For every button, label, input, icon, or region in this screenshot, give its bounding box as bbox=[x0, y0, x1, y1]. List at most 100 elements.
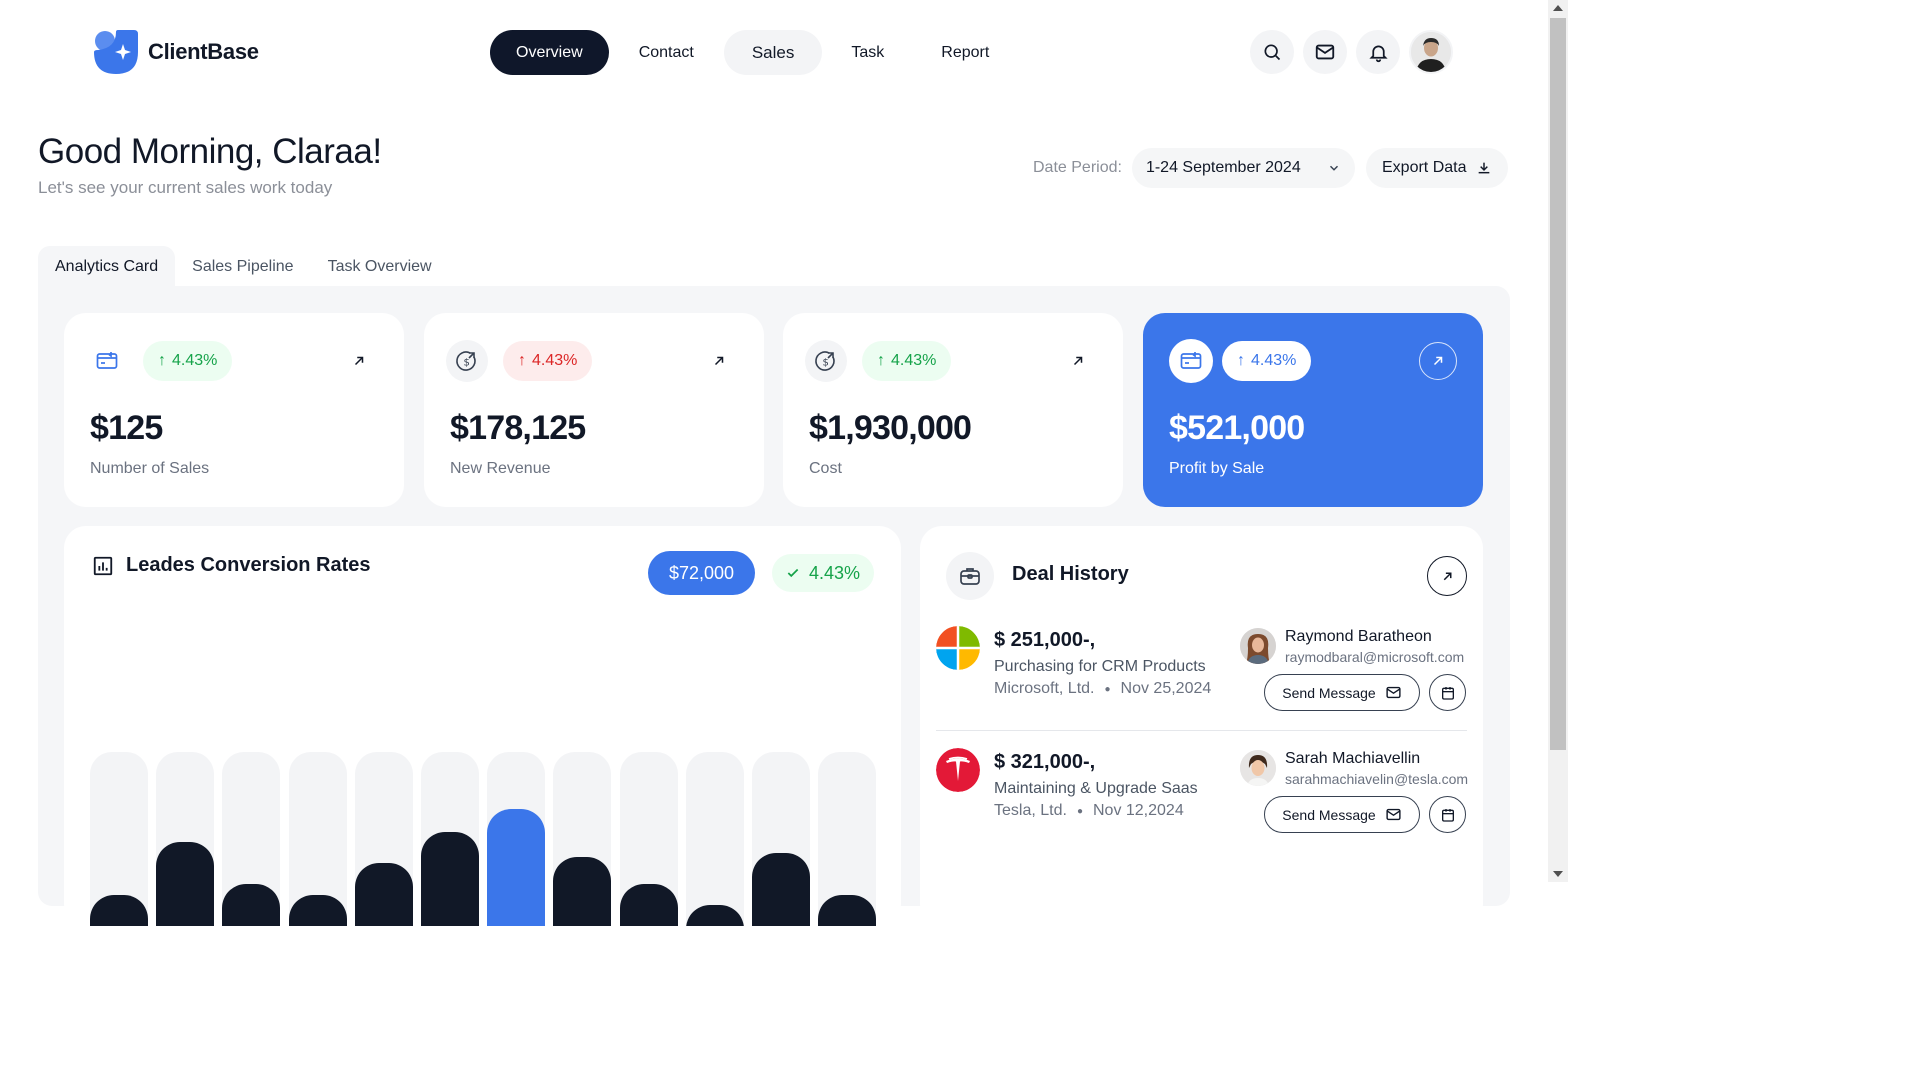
chart-bar[interactable] bbox=[288, 894, 347, 926]
change-badge: ↑ 4.43% bbox=[1222, 341, 1312, 381]
send-message-button[interactable]: Send Message bbox=[1264, 796, 1420, 833]
chevron-down-icon bbox=[1329, 165, 1338, 171]
stat-card-new-revenue[interactable]: $ ↑ 4.43% $178,125 New Revenue bbox=[424, 313, 764, 507]
contact-avatar bbox=[1240, 628, 1276, 664]
chart-bar[interactable] bbox=[222, 884, 281, 926]
chart-bar[interactable] bbox=[354, 863, 413, 926]
stat-value: $178,125 bbox=[450, 409, 586, 447]
check-icon bbox=[787, 568, 799, 578]
deal-amount: $ 251,000-, bbox=[994, 629, 1096, 651]
deal-company: Microsoft, Ltd. bbox=[994, 680, 1095, 697]
stat-value: $521,000 bbox=[1169, 409, 1305, 447]
deal-date: Nov 12,2024 bbox=[1092, 802, 1184, 819]
nav-sales[interactable]: Sales bbox=[723, 30, 823, 75]
leads-change-value: 4.43% bbox=[809, 562, 861, 583]
dot-separator: ● bbox=[1076, 805, 1083, 817]
chart-bar[interactable] bbox=[421, 832, 479, 926]
search-button[interactable] bbox=[1250, 30, 1294, 74]
contact-email: raymodbaral@microsoft.com bbox=[1285, 649, 1465, 665]
arrow-up-right-icon bbox=[714, 356, 724, 366]
chart-bar[interactable] bbox=[553, 857, 612, 926]
arrow-up-icon: ↑ bbox=[877, 352, 885, 369]
change-value: 4.43% bbox=[532, 352, 578, 369]
chart-bar[interactable] bbox=[156, 842, 215, 926]
date-period-select[interactable]: 1-24 September 2024 bbox=[1131, 148, 1355, 188]
export-data-button[interactable]: Export Data bbox=[1366, 148, 1509, 188]
chart-bar-track bbox=[288, 752, 347, 926]
arrow-up-right-icon bbox=[1073, 356, 1083, 366]
arrow-up-right-icon bbox=[1443, 571, 1452, 580]
dollar-coin-icon: $ bbox=[805, 340, 847, 382]
deal-description: Purchasing for CRM Products bbox=[994, 658, 1206, 675]
deal-item[interactable]: $ 321,000-, Maintaining & Upgrade Saas T… bbox=[936, 748, 1468, 868]
leads-conversion-card: Leades Conversion Rates $72,000 4.43% bbox=[64, 526, 901, 926]
nav-contact[interactable]: Contact bbox=[609, 30, 724, 75]
scrollbar-thumb[interactable] bbox=[1550, 18, 1566, 750]
date-period-filter: Date Period: 1-24 September 2024 bbox=[1033, 148, 1355, 188]
mail-icon bbox=[1315, 44, 1335, 60]
change-badge: ↑ 4.43% bbox=[503, 341, 593, 381]
main-nav: Overview Contact Sales Task Report bbox=[490, 30, 1017, 75]
send-message-button[interactable]: Send Message bbox=[1264, 674, 1420, 711]
stat-card-cost[interactable]: $ ↑ 4.43% $1,930,000 Cost bbox=[783, 313, 1123, 507]
export-data-label: Export Data bbox=[1382, 159, 1467, 176]
scroll-down-icon[interactable] bbox=[1553, 871, 1563, 877]
deal-description: Maintaining & Upgrade Saas bbox=[994, 780, 1198, 797]
wallet-icon bbox=[86, 340, 128, 382]
send-message-label: Send Message bbox=[1282, 684, 1376, 701]
nav-report[interactable]: Report bbox=[913, 30, 1017, 75]
stat-card-profit-by-sale[interactable]: ↑ 4.43% $521,000 Profit by Sale bbox=[1143, 313, 1483, 507]
user-avatar[interactable] bbox=[1409, 30, 1453, 74]
change-value: 4.43% bbox=[1251, 352, 1297, 369]
chart-bar-track bbox=[752, 752, 810, 926]
bell-icon bbox=[1368, 45, 1388, 62]
deal-date: Nov 25,2024 bbox=[1120, 680, 1212, 697]
arrow-up-icon: ↑ bbox=[1237, 352, 1245, 369]
arrow-up-icon: ↑ bbox=[518, 352, 526, 369]
nav-task[interactable]: Task bbox=[822, 30, 913, 75]
open-details-button[interactable] bbox=[700, 342, 738, 380]
send-message-label: Send Message bbox=[1282, 806, 1376, 823]
chart-bar-track bbox=[685, 752, 744, 926]
deal-history-title: Deal History bbox=[1012, 563, 1129, 585]
open-details-button[interactable] bbox=[340, 342, 378, 380]
change-badge: ↑ 4.43% bbox=[862, 341, 952, 381]
tab-task-overview[interactable]: Task Overview bbox=[311, 246, 449, 288]
app-logo[interactable]: ClientBase bbox=[94, 30, 259, 74]
chart-bar[interactable] bbox=[90, 894, 148, 926]
chart-bar[interactable] bbox=[685, 905, 744, 926]
chart-bar-track bbox=[421, 752, 479, 926]
chart-bar[interactable] bbox=[818, 894, 877, 926]
tab-sales-pipeline[interactable]: Sales Pipeline bbox=[175, 246, 310, 288]
view-tabs: Analytics Card Sales Pipeline Task Overv… bbox=[38, 246, 449, 288]
stat-card-number-of-sales[interactable]: ↑ 4.43% $125 Number of Sales bbox=[64, 313, 404, 507]
chart-bar-track bbox=[619, 752, 678, 926]
greeting: Good Morning, Claraa! Let's see your cur… bbox=[38, 132, 382, 198]
briefcase-icon bbox=[946, 552, 994, 600]
chart-bar[interactable] bbox=[752, 852, 810, 926]
deal-item[interactable]: $ 251,000-, Purchasing for CRM Products … bbox=[936, 626, 1467, 746]
open-details-button[interactable] bbox=[1419, 342, 1457, 380]
mail-icon bbox=[1386, 808, 1401, 821]
stat-label: New Revenue bbox=[450, 460, 551, 477]
dollar-coin-icon: $ bbox=[446, 340, 488, 382]
chart-bar-track bbox=[90, 752, 148, 926]
open-details-button[interactable] bbox=[1059, 342, 1097, 380]
nav-overview[interactable]: Overview bbox=[490, 30, 609, 75]
scroll-up-icon[interactable] bbox=[1553, 5, 1563, 11]
search-icon bbox=[1264, 44, 1281, 61]
page-scrollbar[interactable] bbox=[1548, 0, 1568, 882]
notifications-button[interactable] bbox=[1356, 30, 1400, 74]
schedule-button[interactable] bbox=[1429, 796, 1466, 833]
mail-icon bbox=[1386, 686, 1401, 699]
chart-bar[interactable] bbox=[487, 809, 546, 926]
chart-bar[interactable] bbox=[619, 884, 678, 926]
contact-name: Sarah Machiavellin bbox=[1285, 750, 1421, 767]
tab-analytics-card[interactable]: Analytics Card bbox=[38, 246, 176, 288]
leads-total-pill[interactable]: $72,000 bbox=[648, 551, 755, 595]
deal-history-open-button[interactable] bbox=[1427, 556, 1467, 596]
schedule-button[interactable] bbox=[1429, 674, 1466, 711]
chart-bar-track bbox=[354, 752, 413, 926]
user-avatar-image bbox=[1411, 32, 1451, 72]
mail-button[interactable] bbox=[1303, 30, 1347, 74]
